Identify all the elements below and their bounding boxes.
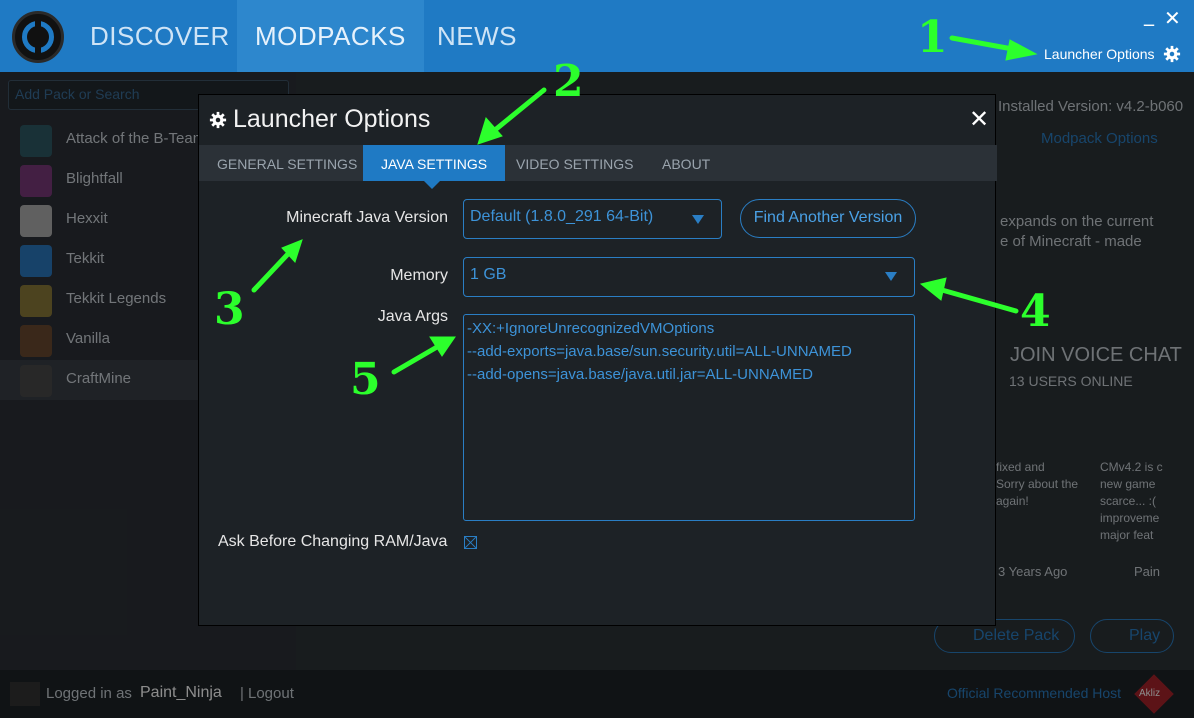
chevron-down-icon xyxy=(692,215,704,224)
launcher-options-dialog: Launcher Options ✕ GENERAL SETTINGS JAVA… xyxy=(198,94,997,626)
annotation-number: 3 xyxy=(214,284,245,335)
java-args-textarea[interactable]: -XX:+IgnoreUnrecognizedVMOptions --add-e… xyxy=(463,314,915,521)
launcher-options-link[interactable]: Launcher Options xyxy=(1044,46,1155,62)
technic-logo-icon xyxy=(12,11,64,63)
tab-general-settings[interactable]: GENERAL SETTINGS xyxy=(199,145,375,181)
close-window-button[interactable]: ✕ xyxy=(1164,6,1181,30)
dialog-title: Launcher Options xyxy=(233,105,431,133)
nav-tab-discover[interactable]: DISCOVER xyxy=(72,0,248,72)
annotation-number: 1 xyxy=(917,12,948,63)
java-version-value: Default (1.8.0_291 64-Bit) xyxy=(470,208,654,225)
find-another-version-button[interactable]: Find Another Version xyxy=(740,199,916,238)
annotation-number: 4 xyxy=(1020,286,1051,337)
active-tab-caret xyxy=(424,181,440,189)
tab-video-settings[interactable]: VIDEO SETTINGS xyxy=(498,145,651,181)
minimize-button[interactable]: _ xyxy=(1144,2,1154,26)
nav-tab-modpacks[interactable]: MODPACKS xyxy=(237,0,424,72)
gear-icon[interactable] xyxy=(1163,45,1181,63)
annotation-number: 2 xyxy=(553,56,584,107)
chevron-down-icon xyxy=(885,272,897,281)
nav-tab-news[interactable]: NEWS xyxy=(419,0,535,72)
java-version-select[interactable]: Default (1.8.0_291 64-Bit) xyxy=(463,199,722,239)
ask-before-changing-checkbox[interactable] xyxy=(464,536,477,549)
tab-about[interactable]: ABOUT xyxy=(644,145,728,181)
annotation-number: 5 xyxy=(350,354,381,405)
java-args-label: Java Args xyxy=(377,308,448,325)
memory-value: 1 GB xyxy=(470,266,507,283)
memory-label: Memory xyxy=(390,267,448,284)
settings-tabs: GENERAL SETTINGS JAVA SETTINGS VIDEO SET… xyxy=(199,145,997,181)
close-icon[interactable]: ✕ xyxy=(969,105,989,133)
tab-java-settings[interactable]: JAVA SETTINGS xyxy=(363,145,506,181)
java-version-label: Minecraft Java Version xyxy=(286,209,448,226)
ask-before-changing-label: Ask Before Changing RAM/Java xyxy=(218,533,448,550)
gear-icon xyxy=(209,111,227,129)
top-bar: DISCOVER MODPACKS NEWS _ ✕ Launcher Opti… xyxy=(0,0,1194,72)
memory-select[interactable]: 1 GB xyxy=(463,257,915,297)
